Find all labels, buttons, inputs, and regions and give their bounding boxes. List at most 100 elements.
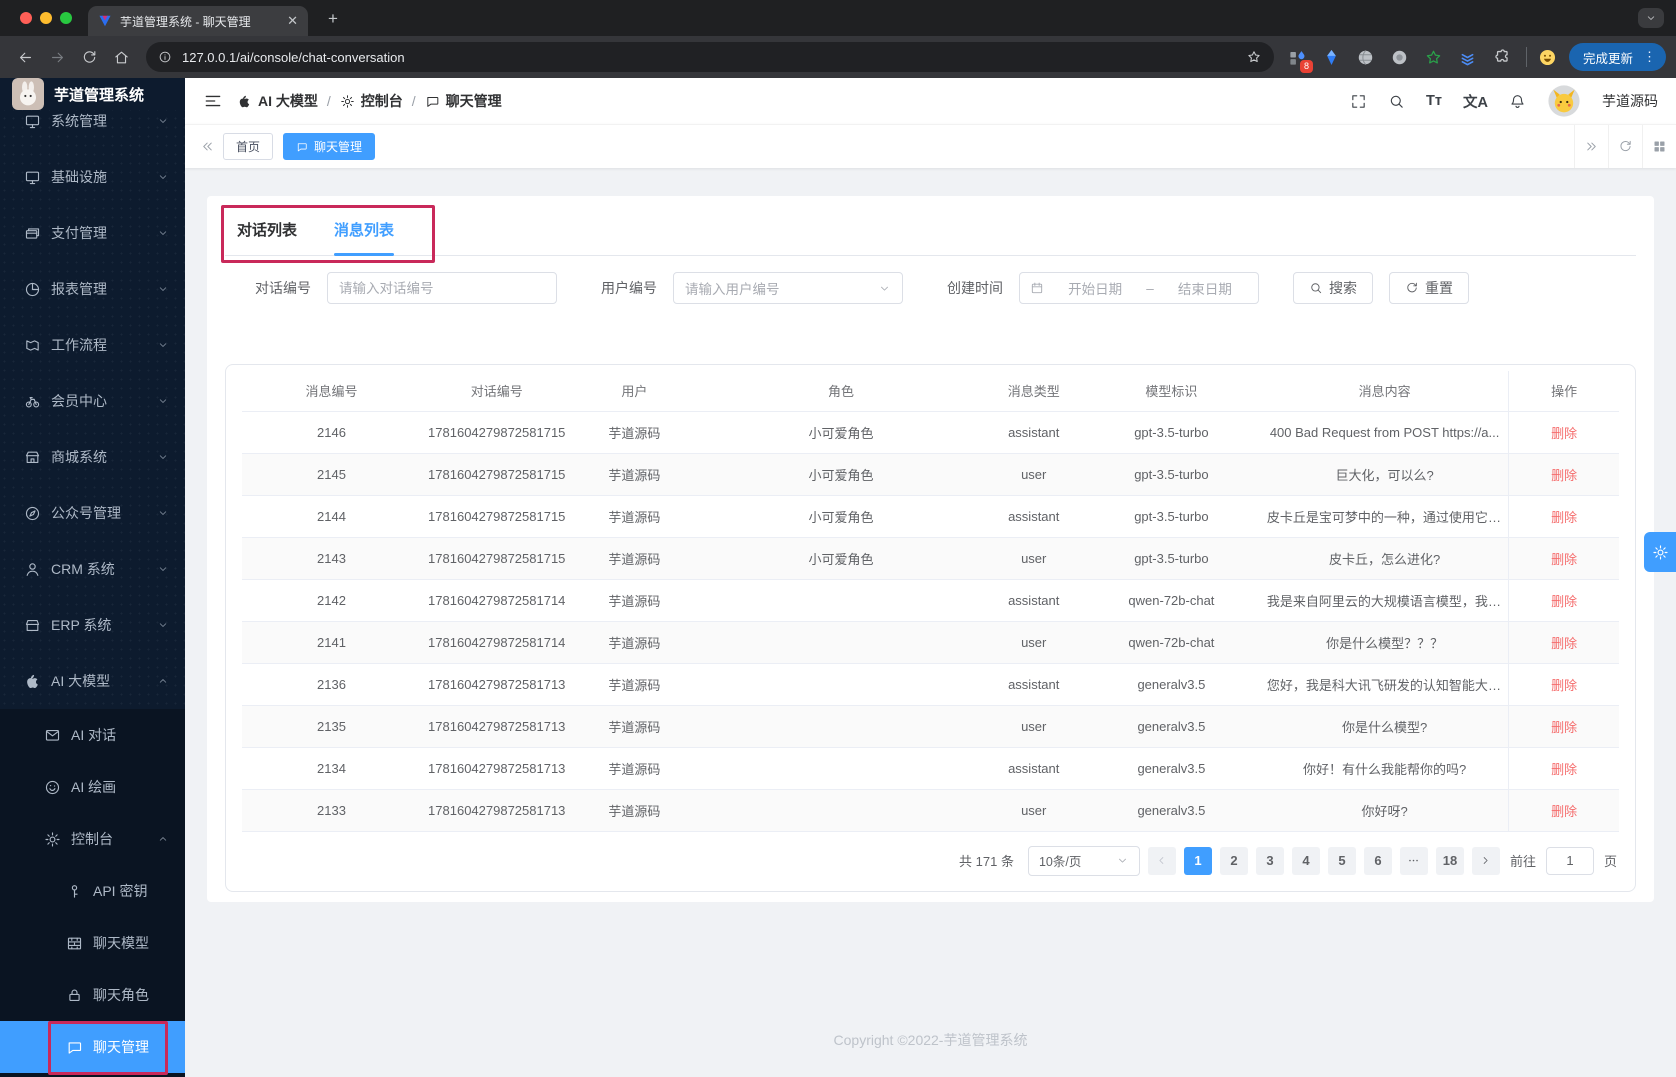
delete-link[interactable]: 删除 <box>1551 510 1577 525</box>
table-cell: 1781604279872581713 <box>421 747 573 790</box>
table-cell: qwen-72b-chat <box>1081 621 1261 664</box>
delete-link[interactable]: 删除 <box>1551 720 1577 735</box>
delete-link[interactable]: 删除 <box>1551 426 1577 441</box>
sidebar-item[interactable]: AI 绘画 <box>0 761 185 813</box>
forward-button[interactable] <box>42 42 72 72</box>
url-bar[interactable]: 127.0.0.1/ai/console/chat-conversation <box>146 42 1274 72</box>
language-icon[interactable]: 文A <box>1463 91 1488 112</box>
back-button[interactable] <box>10 42 40 72</box>
end-date-placeholder[interactable]: 结束日期 <box>1162 278 1248 298</box>
sidebar-item[interactable]: 基础设施 <box>0 149 185 205</box>
bookmark-star-icon[interactable] <box>1246 49 1262 65</box>
close-tab-icon[interactable]: ✕ <box>287 13 298 29</box>
sidebar-item[interactable]: 公众号管理 <box>0 485 185 541</box>
reset-button[interactable]: 重置 <box>1389 272 1469 304</box>
page-button[interactable]: 4 <box>1291 846 1320 875</box>
delete-link[interactable]: 删除 <box>1551 552 1577 567</box>
notification-bell-icon[interactable] <box>1509 93 1526 110</box>
sidebar-item[interactable]: 控制台 <box>0 813 185 865</box>
browser-menu-icon[interactable]: ⋮ <box>1639 49 1660 65</box>
page-button[interactable]: 1 <box>1183 846 1212 875</box>
date-range-picker[interactable]: 开始日期 – 结束日期 <box>1019 272 1259 304</box>
page-button[interactable]: 2 <box>1219 846 1248 875</box>
page-button[interactable]: 3 <box>1255 846 1284 875</box>
page-tag[interactable]: 聊天管理 <box>283 133 376 160</box>
extension-button[interactable] <box>1420 44 1447 71</box>
page-button[interactable]: 18 <box>1435 846 1464 875</box>
user-avatar[interactable] <box>1547 84 1581 118</box>
prev-page-button[interactable] <box>1147 846 1176 875</box>
tags-scroll-left-icon[interactable] <box>193 139 221 154</box>
breadcrumb-item[interactable]: 聊天管理 <box>425 91 502 111</box>
image-icon <box>44 779 61 796</box>
font-size-icon[interactable]: Tᴛ <box>1426 93 1442 109</box>
search-icon[interactable] <box>1388 93 1405 110</box>
logo[interactable]: 芋道管理系统 <box>0 78 185 110</box>
breadcrumb-item[interactable]: 控制台 <box>340 91 403 111</box>
browser-tab[interactable]: 芋道管理系统 - 聊天管理 ✕ <box>88 6 308 36</box>
content-tab[interactable]: 消息列表 <box>334 212 395 256</box>
tab-search-button[interactable] <box>1638 8 1664 28</box>
delete-link[interactable]: 删除 <box>1551 594 1577 609</box>
sidebar-item[interactable]: 聊天角色 <box>0 969 185 1021</box>
sidebar-item[interactable]: AI 大模型 <box>0 653 185 709</box>
search-button[interactable]: 搜索 <box>1293 272 1373 304</box>
delete-link[interactable]: 删除 <box>1551 804 1577 819</box>
extension-button[interactable] <box>1318 44 1345 71</box>
more-pages-button[interactable] <box>1399 846 1428 875</box>
sidebar-item[interactable]: 工作流程 <box>0 317 185 373</box>
conversation-id-input[interactable] <box>327 272 557 304</box>
page-button[interactable]: 5 <box>1327 846 1356 875</box>
browser-update-button[interactable]: 完成更新 ⋮ <box>1568 43 1666 71</box>
delete-link[interactable]: 删除 <box>1551 468 1577 483</box>
sidebar-item[interactable]: 会员中心 <box>0 373 185 429</box>
sidebar-item[interactable]: ERP 系统 <box>0 597 185 653</box>
extension-button[interactable] <box>1488 44 1515 71</box>
table-cell: 2135 <box>242 705 421 748</box>
sidebar-item[interactable]: CRM 系统 <box>0 541 185 597</box>
sidebar-item[interactable]: AI 对话 <box>0 709 185 761</box>
layout-grid-icon[interactable] <box>1642 125 1676 168</box>
page-tag[interactable]: 首页 <box>223 133 274 160</box>
maximize-window-button[interactable] <box>60 12 72 24</box>
start-date-placeholder[interactable]: 开始日期 <box>1052 278 1138 298</box>
sidebar-item[interactable]: 支付管理 <box>0 205 185 261</box>
emoji-avatar-button[interactable] <box>1534 44 1561 71</box>
reload-button[interactable] <box>74 42 104 72</box>
refresh-page-icon[interactable] <box>1608 125 1642 168</box>
close-window-button[interactable] <box>20 12 32 24</box>
site-info-icon[interactable] <box>158 50 172 64</box>
tags-scroll-right-icon[interactable] <box>1574 125 1608 168</box>
extension-button[interactable] <box>1352 44 1379 71</box>
breadcrumb-item[interactable]: AI 大模型 <box>237 91 318 111</box>
hamburger-icon[interactable] <box>203 91 223 111</box>
delete-link[interactable]: 删除 <box>1551 636 1577 651</box>
table-cell: 芋道源码 <box>572 621 697 664</box>
settings-fab-button[interactable] <box>1644 532 1676 572</box>
table-cell: 2134 <box>242 747 421 790</box>
new-tab-button[interactable]: + <box>322 8 344 30</box>
delete-link[interactable]: 删除 <box>1551 762 1577 777</box>
extension-button[interactable] <box>1454 44 1481 71</box>
home-button[interactable] <box>106 42 136 72</box>
next-page-button[interactable] <box>1471 846 1500 875</box>
content-tab[interactable]: 对话列表 <box>237 212 297 255</box>
extension-button[interactable]: 8 <box>1284 44 1313 73</box>
sidebar-item[interactable]: 商城系统 <box>0 429 185 485</box>
goto-page-input[interactable] <box>1545 846 1594 875</box>
sidebar-item[interactable]: API 密钥 <box>0 865 185 917</box>
page-size-select[interactable]: 10条/页 <box>1027 845 1140 876</box>
sidebar-item[interactable]: 聊天管理 <box>0 1021 185 1073</box>
table-cell <box>696 747 986 790</box>
page-button[interactable]: 6 <box>1363 846 1392 875</box>
table-cell: user <box>985 453 1082 496</box>
username[interactable]: 芋道源码 <box>1602 91 1658 111</box>
sidebar-item[interactable]: 聊天模型 <box>0 917 185 969</box>
extension-button[interactable] <box>1386 44 1413 71</box>
sidebar-item[interactable]: 报表管理 <box>0 261 185 317</box>
user-id-select[interactable]: 请输入用户编号 <box>673 272 903 304</box>
fullscreen-icon[interactable] <box>1350 93 1367 110</box>
url-text[interactable]: 127.0.0.1/ai/console/chat-conversation <box>182 50 1236 65</box>
delete-link[interactable]: 删除 <box>1551 678 1577 693</box>
minimize-window-button[interactable] <box>40 12 52 24</box>
